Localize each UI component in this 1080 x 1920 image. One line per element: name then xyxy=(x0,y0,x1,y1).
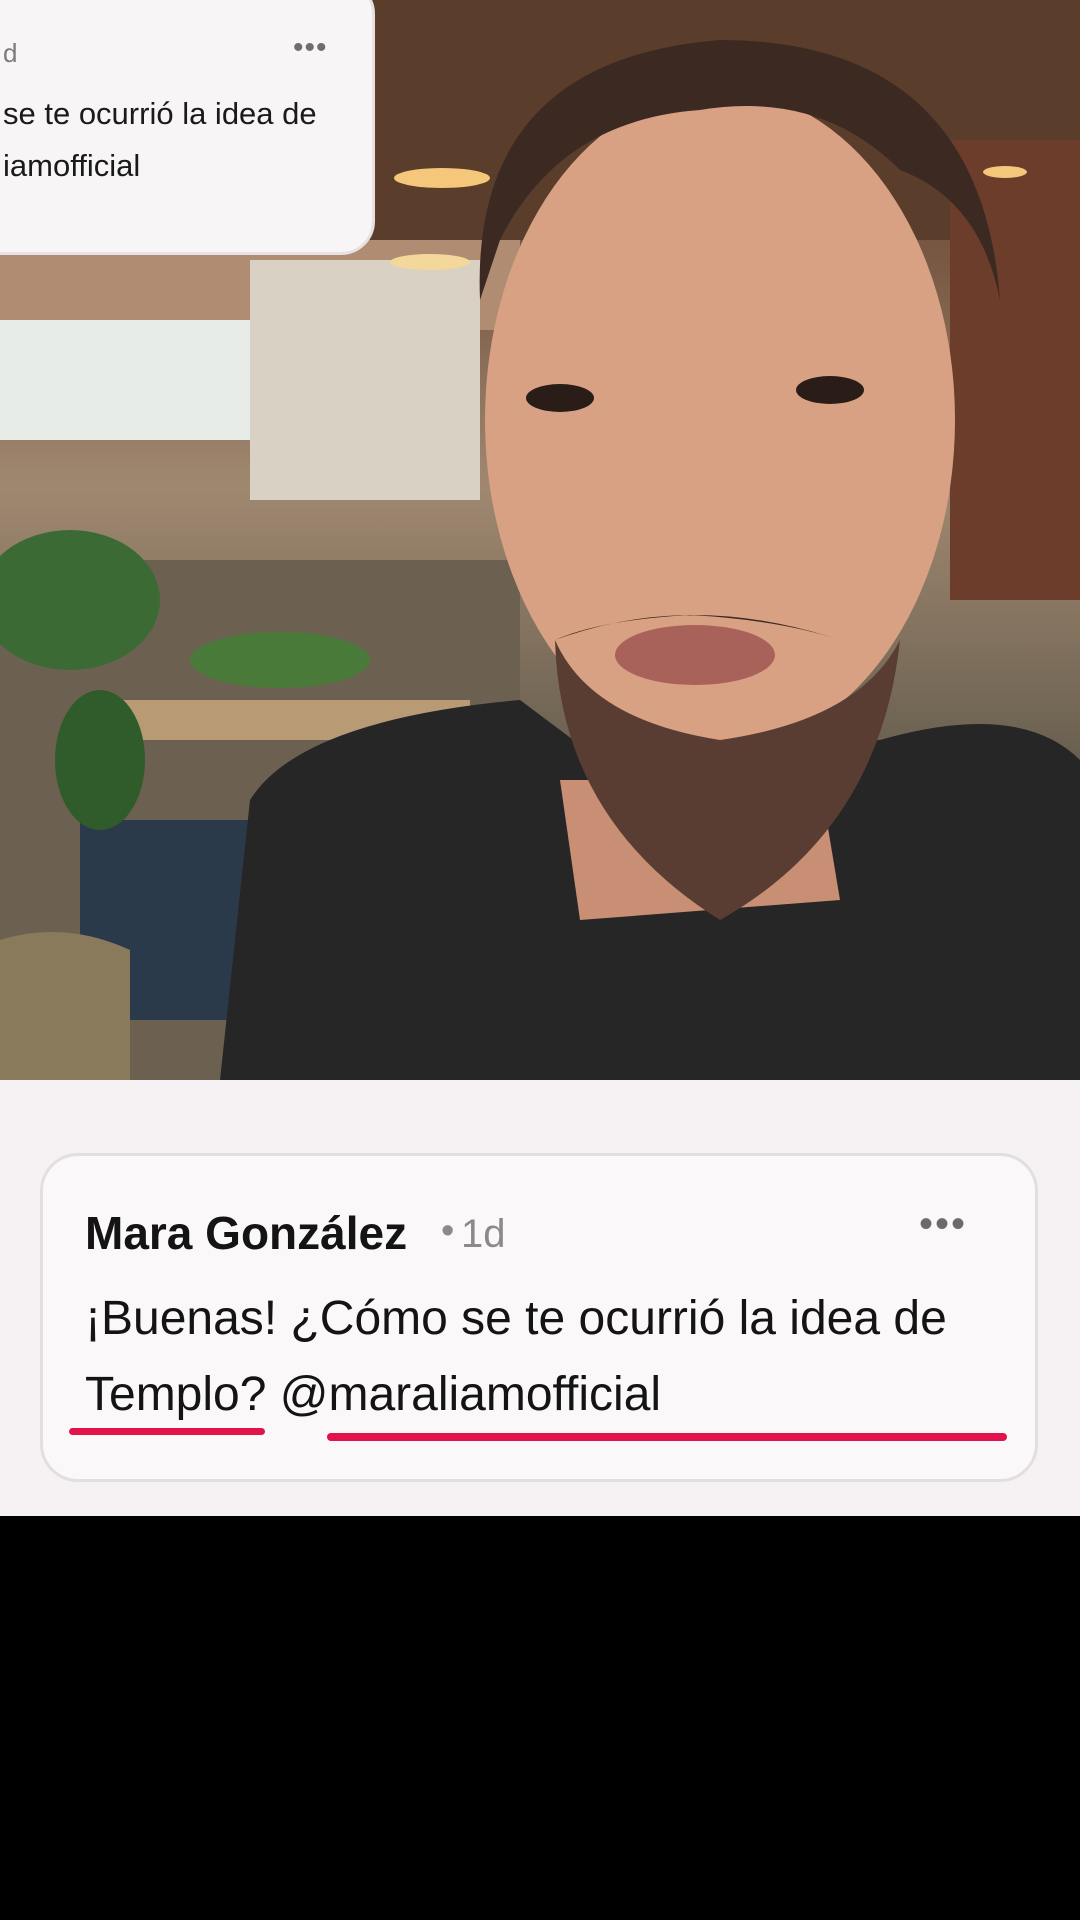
comment-panel: Mara González • 1d ••• ¡Buenas! ¿Cómo se… xyxy=(0,1080,1080,1516)
previous-comment-line-1: se te ocurrió la idea de xyxy=(3,96,317,131)
more-options-icon[interactable]: ••• xyxy=(919,1202,967,1247)
video-frame[interactable]: d ••• se te ocurrió la idea de iamoffici… xyxy=(0,0,1080,1080)
previous-comment-card: d ••• se te ocurrió la idea de iamoffici… xyxy=(0,0,375,255)
comment-text-line-2: Templo? @maraliamofficial xyxy=(85,1368,662,1421)
more-options-icon[interactable]: ••• xyxy=(293,31,328,65)
previous-comment-text: se te ocurrió la idea de iamofficial xyxy=(3,88,383,192)
comment-text-line-1: ¡Buenas! ¿Cómo se te ocurrió la idea de xyxy=(85,1292,947,1345)
letterbox-bottom xyxy=(0,1516,1080,1920)
comment-card[interactable]: Mara González • 1d ••• ¡Buenas! ¿Cómo se… xyxy=(40,1153,1038,1482)
highlight-underline-1 xyxy=(327,1433,1007,1441)
previous-comment-line-2: iamofficial xyxy=(3,148,141,183)
screen: d ••• se te ocurrió la idea de iamoffici… xyxy=(0,0,1080,1920)
highlight-underline-2 xyxy=(69,1428,265,1435)
comment-author[interactable]: Mara González xyxy=(85,1206,407,1260)
comment-time: 1d xyxy=(461,1212,506,1256)
previous-comment-time: d xyxy=(3,38,18,68)
meta-separator: • xyxy=(441,1210,455,1252)
